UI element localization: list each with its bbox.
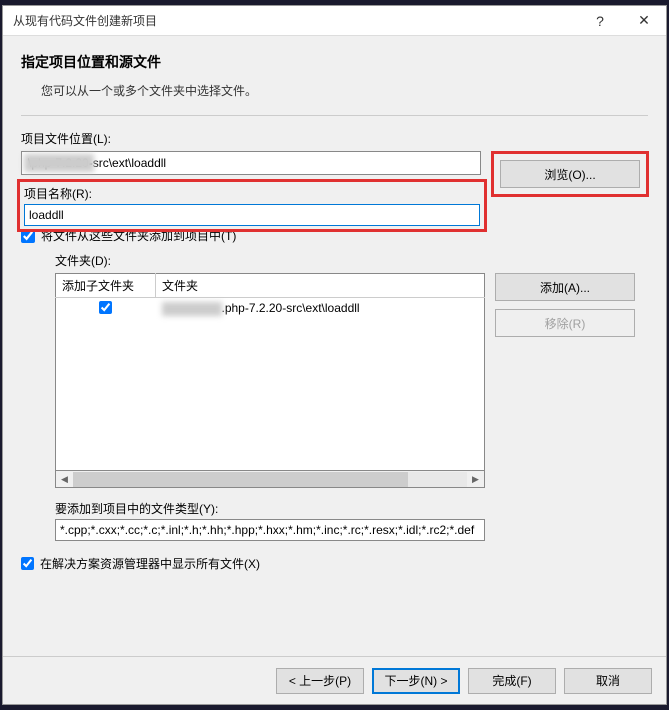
scroll-thumb[interactable] (73, 472, 408, 487)
window-title: 从现有代码文件创建新项目 (13, 12, 578, 29)
name-label: 项目名称(R): (24, 185, 480, 202)
folders-table-wrap: 添加子文件夹 文件夹 .php-7.2.20-src\ext\loaddll (55, 273, 485, 488)
show-all-label: 在解决方案资源管理器中显示所有文件(X) (40, 555, 260, 572)
redacted-region (24, 154, 94, 172)
browse-highlight: 浏览(O)... (491, 151, 649, 197)
folders-label: 文件夹(D): (55, 252, 648, 269)
close-button[interactable]: ✕ (622, 6, 666, 36)
name-highlight: 项目名称(R): (17, 179, 487, 232)
page-title: 指定项目位置和源文件 (21, 52, 648, 72)
folders-section: 文件夹(D): 添加子文件夹 文件夹 .php- (55, 252, 648, 541)
titlebar: 从现有代码文件创建新项目 ? ✕ (3, 6, 666, 36)
filetypes-label: 要添加到项目中的文件类型(Y): (55, 500, 648, 517)
prev-button[interactable]: < 上一步(P) (276, 668, 364, 694)
dialog-window: 从现有代码文件创建新项目 ? ✕ 指定项目位置和源文件 您可以从一个或多个文件夹… (2, 5, 667, 705)
titlebar-buttons: ? ✕ (578, 6, 666, 36)
row-checkbox[interactable] (99, 301, 112, 314)
remove-folder-button[interactable]: 移除(R) (495, 309, 635, 337)
cancel-button[interactable]: 取消 (564, 668, 652, 694)
add-folder-button[interactable]: 添加(A)... (495, 273, 635, 301)
finish-button[interactable]: 完成(F) (468, 668, 556, 694)
next-button[interactable]: 下一步(N) > (372, 668, 460, 694)
scroll-left-icon[interactable]: ◀ (56, 472, 73, 487)
location-label: 项目文件位置(L): (21, 130, 648, 147)
scroll-right-icon[interactable]: ▶ (467, 472, 484, 487)
table-row[interactable]: .php-7.2.20-src\ext\loaddll (56, 298, 485, 321)
browse-button[interactable]: 浏览(O)... (500, 160, 640, 188)
folder-buttons: 添加(A)... 移除(R) (495, 273, 635, 337)
show-all-row: 在解决方案资源管理器中显示所有文件(X) (21, 555, 648, 572)
filetypes-input[interactable] (55, 519, 485, 541)
dialog-footer: < 上一步(P) 下一步(N) > 完成(F) 取消 (3, 656, 666, 704)
horizontal-scrollbar[interactable]: ◀ ▶ (55, 471, 485, 488)
folders-table[interactable]: 添加子文件夹 文件夹 .php-7.2.20-src\ext\loaddll (55, 273, 485, 471)
col-add-sub[interactable]: 添加子文件夹 (56, 274, 156, 298)
scroll-track[interactable] (73, 472, 467, 487)
separator (21, 115, 648, 116)
name-input[interactable] (24, 204, 480, 226)
show-all-checkbox[interactable] (21, 557, 34, 570)
col-folder[interactable]: 文件夹 (156, 274, 485, 298)
dialog-content: 指定项目位置和源文件 您可以从一个或多个文件夹中选择文件。 项目文件位置(L):… (3, 36, 666, 656)
redacted-region (162, 302, 222, 316)
row-path: .php-7.2.20-src\ext\loaddll (222, 301, 360, 315)
help-button[interactable]: ? (578, 6, 622, 36)
page-subtitle: 您可以从一个或多个文件夹中选择文件。 (41, 82, 648, 99)
folders-row: 添加子文件夹 文件夹 .php-7.2.20-src\ext\loaddll (55, 273, 648, 488)
